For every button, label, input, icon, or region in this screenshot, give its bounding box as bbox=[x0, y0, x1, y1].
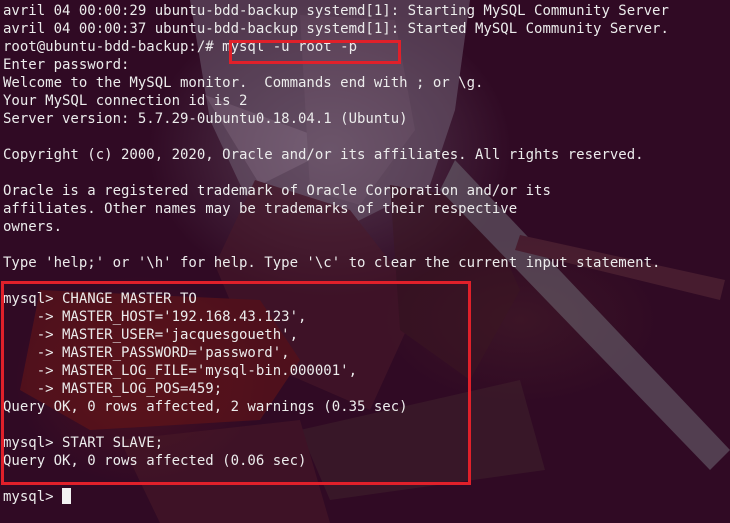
mysql-prompt: mysql> bbox=[3, 489, 63, 505]
terminal-line: Copyright (c) 2000, 2020, Oracle and/or … bbox=[3, 147, 644, 163]
terminal-line: owners. bbox=[3, 219, 63, 235]
query-highlight-box bbox=[1, 281, 471, 485]
terminal-line: Server version: 5.7.29-0ubuntu0.18.04.1 … bbox=[3, 111, 408, 127]
terminal-line: Oracle is a registered trademark of Orac… bbox=[3, 183, 551, 199]
terminal-line: Welcome to the MySQL monitor. Commands e… bbox=[3, 75, 484, 91]
terminal-line: Type 'help;' or '\h' for help. Type '\c'… bbox=[3, 255, 661, 271]
terminal-line: Your MySQL connection id is 2 bbox=[3, 93, 248, 109]
command-highlight-box bbox=[229, 40, 401, 64]
terminal-line: affiliates. Other names may be trademark… bbox=[3, 201, 518, 217]
terminal-window[interactable]: avril 04 00:00:29 ubuntu-bdd-backup syst… bbox=[0, 0, 730, 523]
text-cursor bbox=[62, 488, 72, 504]
terminal-line: avril 04 00:00:29 ubuntu-bdd-backup syst… bbox=[3, 3, 669, 19]
terminal-line: avril 04 00:00:37 ubuntu-bdd-backup syst… bbox=[3, 21, 669, 37]
prompt-line[interactable]: mysql> bbox=[3, 488, 727, 506]
